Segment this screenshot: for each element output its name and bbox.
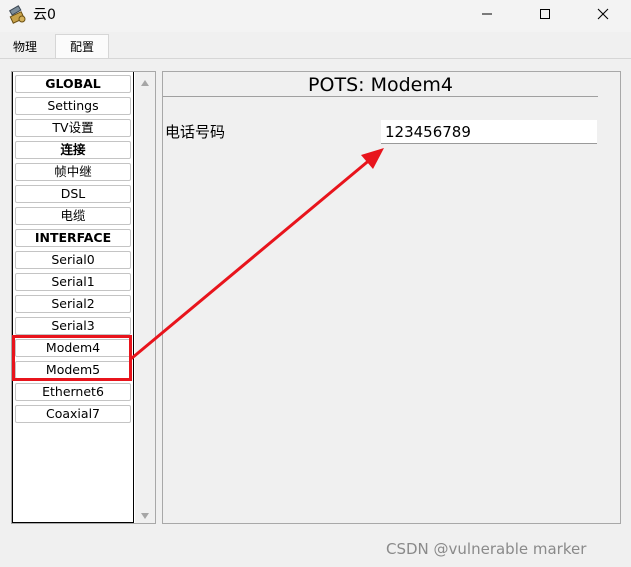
sidebar-item-serial1[interactable]: Serial1 <box>15 273 131 291</box>
title-divider <box>163 96 598 97</box>
sidebar-item-cable[interactable]: 电缆 <box>15 207 131 225</box>
sidebar-item-serial3[interactable]: Serial3 <box>15 317 131 335</box>
sidebar-item-connections[interactable]: 连接 <box>15 141 131 159</box>
sidebar-item-coaxial7[interactable]: Coaxial7 <box>15 405 131 423</box>
phone-number-input[interactable] <box>381 120 597 144</box>
scroll-down-icon[interactable] <box>140 509 150 524</box>
sidebar-item-serial2[interactable]: Serial2 <box>15 295 131 313</box>
sidebar-scrollbar[interactable] <box>135 72 155 523</box>
window-title: 云0 <box>33 7 56 23</box>
close-icon <box>597 8 609 24</box>
close-button[interactable] <box>574 0 631 32</box>
sidebar-item-serial0[interactable]: Serial0 <box>15 251 131 269</box>
title-bar: 云0 <box>0 0 631 32</box>
sidebar-item-interface[interactable]: INTERFACE <box>15 229 131 247</box>
minimize-button[interactable] <box>458 0 516 32</box>
tab-physical[interactable]: 物理 <box>4 36 46 58</box>
minimize-icon <box>481 8 493 24</box>
sidebar-item-dsl[interactable]: DSL <box>15 185 131 203</box>
sidebar-item-tv-settings[interactable]: TV设置 <box>15 119 131 137</box>
watermark: CSDN @vulnerable marker <box>386 540 587 558</box>
tab-config[interactable]: 配置 <box>55 34 109 58</box>
tab-bar: 物理 配置 <box>0 34 631 58</box>
sidebar-item-global[interactable]: GLOBAL <box>15 75 131 93</box>
sidebar-item-settings[interactable]: Settings <box>15 97 131 115</box>
panel-title: POTS: Modem4 <box>308 74 453 96</box>
cloud-tools-icon <box>8 5 28 25</box>
modem-highlight-box <box>12 335 132 381</box>
maximize-button[interactable] <box>516 0 574 32</box>
scroll-up-icon[interactable] <box>140 76 150 91</box>
phone-number-label: 电话号码 <box>165 123 226 141</box>
sidebar-item-frame-relay[interactable]: 帧中继 <box>15 163 131 181</box>
maximize-icon <box>539 8 551 24</box>
sidebar-item-ethernet6[interactable]: Ethernet6 <box>15 383 131 401</box>
